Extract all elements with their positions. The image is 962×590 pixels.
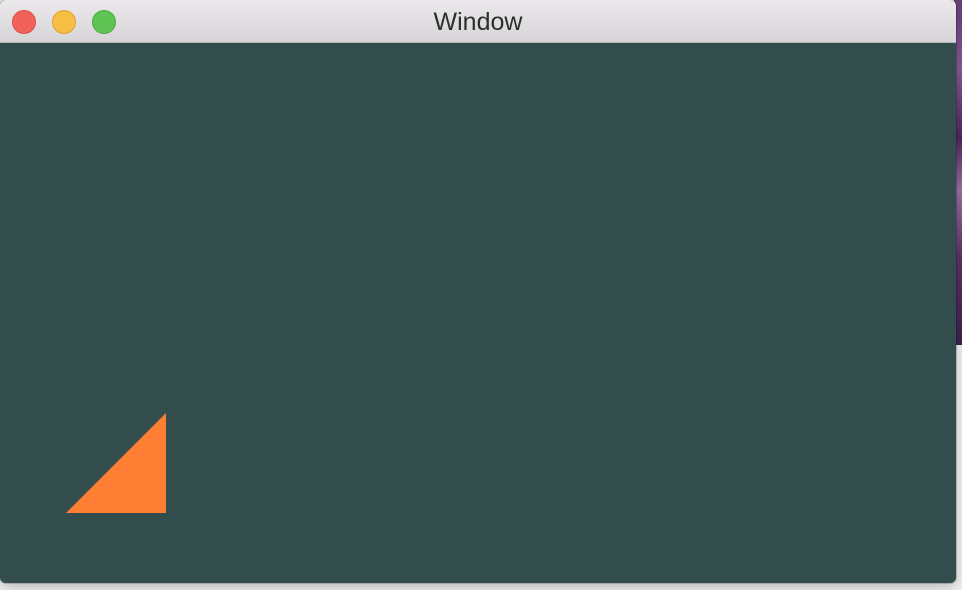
minimize-button[interactable] [52, 10, 76, 34]
render-canvas[interactable] [0, 43, 956, 583]
window-title: Window [433, 8, 523, 36]
title-bar[interactable]: Window [0, 0, 956, 43]
orange-triangle [66, 413, 166, 513]
app-window: Window [0, 0, 956, 583]
close-button[interactable] [12, 10, 36, 34]
canvas-drawing [66, 413, 166, 513]
desktop: Window [0, 0, 962, 590]
zoom-button[interactable] [92, 10, 116, 34]
